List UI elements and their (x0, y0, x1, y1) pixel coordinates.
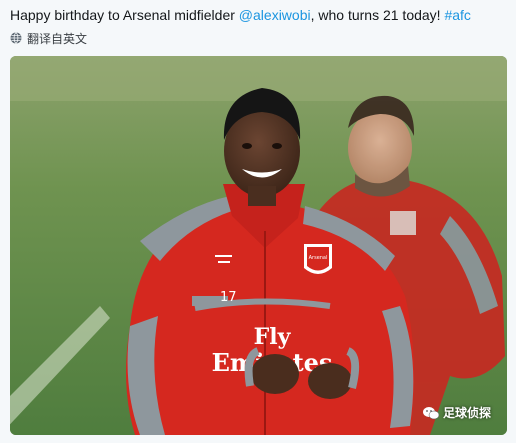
sponsor-fly: Fly (254, 324, 292, 350)
jersey-number: 17 (220, 290, 237, 305)
translate-button[interactable]: 翻译自英文 (10, 30, 87, 46)
watermark-text: 足球侦探 (442, 406, 491, 420)
tweet-text-part-1: Happy birthday to Arsenal midfielder (10, 7, 239, 23)
mention-link[interactable]: @alexiwobi (239, 7, 311, 23)
crest-label: Arsenal (309, 255, 328, 261)
globe-icon (10, 32, 22, 44)
tweet-card: Happy birthday to Arsenal midfielder @al… (0, 0, 516, 443)
photo-illustration: Arsenal 17 Fly Emirates (10, 56, 507, 435)
wechat-icon (422, 406, 439, 419)
translate-label: 翻译自英文 (27, 31, 88, 46)
tweet-photo[interactable]: Arsenal 17 Fly Emirates 足球侦探 (10, 56, 507, 435)
tweet-text: Happy birthday to Arsenal midfielder @al… (10, 6, 510, 24)
watermark: 足球侦探 (422, 404, 491, 421)
hashtag-link[interactable]: #afc (444, 7, 470, 23)
tweet-text-part-2: , who turns 21 today! (310, 7, 445, 23)
